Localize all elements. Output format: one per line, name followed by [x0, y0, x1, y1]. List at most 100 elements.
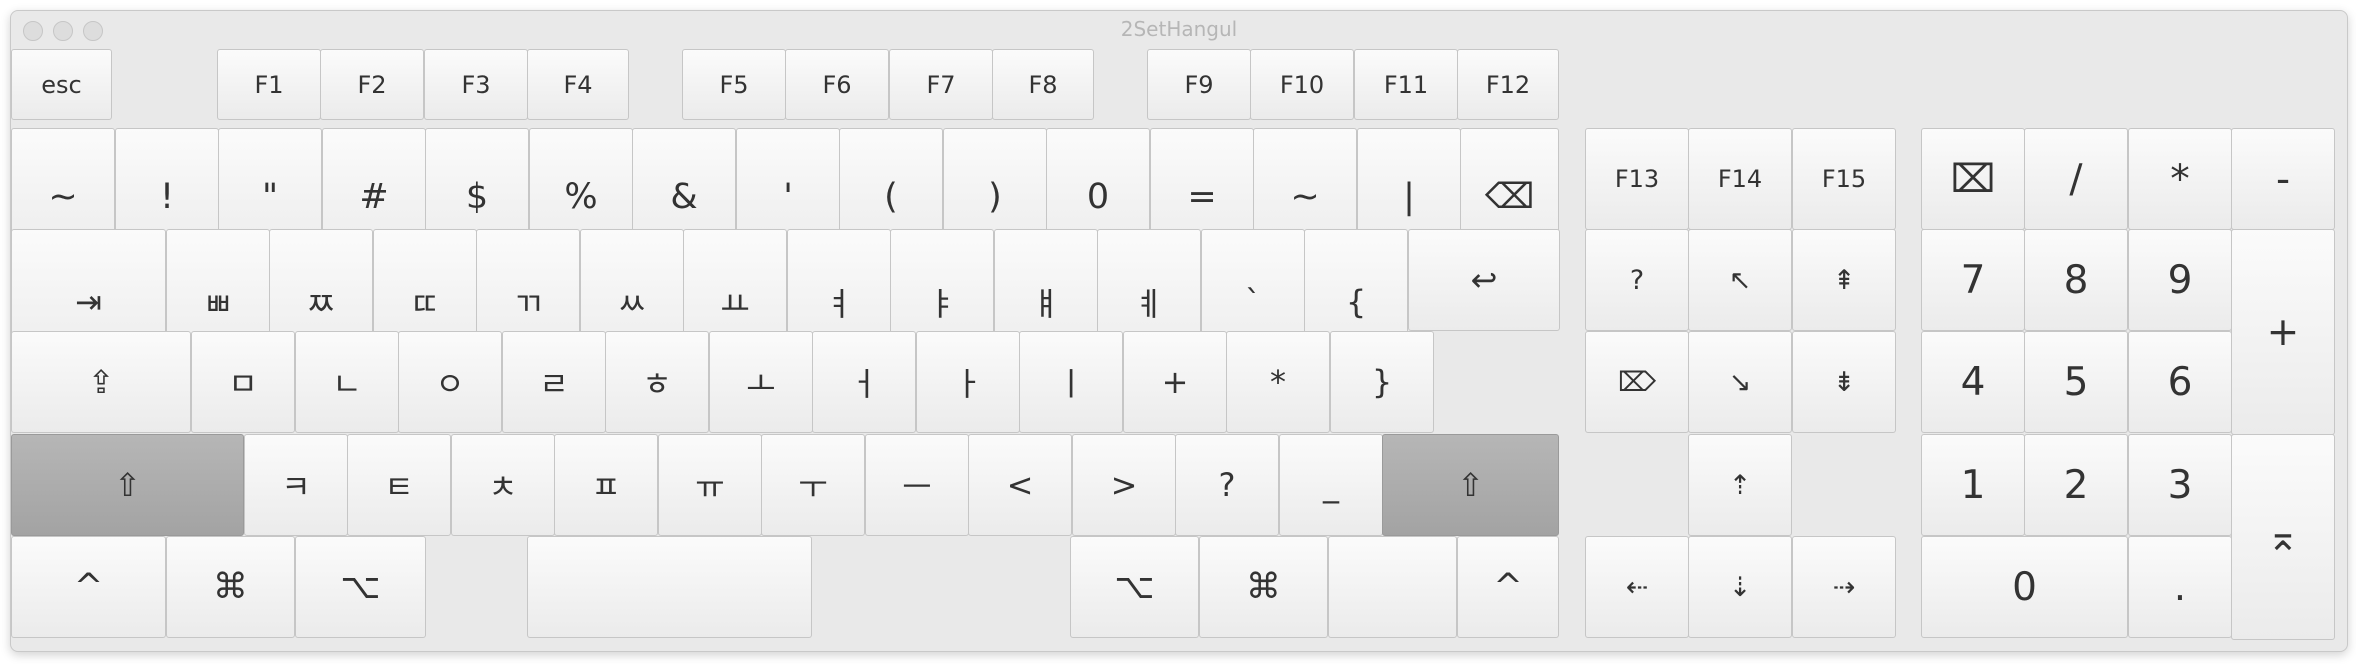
end-key[interactable]: ↘: [1688, 331, 1792, 433]
yeo-key-label: ㅕ: [824, 285, 854, 323]
return-key[interactable]: ↩: [1408, 229, 1560, 331]
right-shift-key[interactable]: ⇧: [1382, 434, 1559, 536]
a-key[interactable]: ㅏ: [916, 331, 1020, 433]
help-circle-icon: ?: [1629, 264, 1645, 296]
right-arrow-key[interactable]: ⇢: [1792, 536, 1896, 638]
apostrophe-key-label: ': [783, 177, 793, 217]
numpad-5-key[interactable]: 5: [2024, 331, 2128, 433]
f6-key[interactable]: F6: [785, 49, 889, 120]
nieun-key[interactable]: ㄴ: [295, 331, 399, 433]
help-key[interactable]: ?: [1585, 229, 1689, 331]
tilde-right-key-label: ~: [1290, 177, 1320, 217]
right-option-key[interactable]: ⌥: [1070, 536, 1199, 638]
right-brace-key[interactable]: }: [1330, 331, 1434, 433]
question-key[interactable]: ?: [1175, 434, 1279, 536]
home-key[interactable]: ↖: [1688, 229, 1792, 331]
numpad-4-key[interactable]: 4: [1921, 331, 2025, 433]
shift-icon: ⇧: [1457, 466, 1484, 504]
page-up-key[interactable]: ⇞: [1792, 229, 1896, 331]
yo-key-label: ㅛ: [720, 285, 750, 323]
f9-key[interactable]: F9: [1147, 49, 1251, 120]
f4-key[interactable]: F4: [527, 49, 629, 120]
f15-key[interactable]: F15: [1792, 128, 1896, 230]
f2-key[interactable]: F2: [320, 49, 424, 120]
right-brace-key-label: }: [1371, 363, 1393, 401]
f13-key[interactable]: F13: [1585, 128, 1689, 230]
right-control-key[interactable]: ^: [1457, 536, 1559, 638]
numpad-9-key[interactable]: 9: [2128, 229, 2232, 331]
f3-key[interactable]: F3: [424, 49, 528, 120]
greater-than-key[interactable]: >: [1072, 434, 1176, 536]
f8-key[interactable]: F8: [992, 49, 1094, 120]
less-than-key-label: <: [1006, 466, 1034, 504]
underscore-key[interactable]: _: [1279, 434, 1383, 536]
numpad-0-key[interactable]: 0: [1921, 536, 2128, 638]
down-arrow-icon: ⇣: [1728, 571, 1752, 603]
title-bar: 2SetHangul: [11, 11, 2347, 49]
up-arrow-key[interactable]: ⇡: [1688, 434, 1792, 536]
f3-key-label: F3: [461, 70, 491, 99]
command-icon: ⌘: [1246, 567, 1281, 607]
yu-key[interactable]: ㅠ: [658, 434, 762, 536]
percent-key-label: %: [564, 177, 598, 217]
ieung-key-label: ㅇ: [435, 365, 465, 403]
f14-key[interactable]: F14: [1688, 128, 1792, 230]
left-shift-key[interactable]: ⇧: [11, 434, 244, 536]
i-key[interactable]: ㅣ: [1019, 331, 1123, 433]
eu-key[interactable]: ㅡ: [865, 434, 969, 536]
tilde-key-label: ~: [48, 177, 78, 217]
pieup-key[interactable]: ㅍ: [554, 434, 658, 536]
eo-key[interactable]: ㅓ: [812, 331, 916, 433]
esc-key[interactable]: esc: [11, 49, 112, 120]
page-down-key[interactable]: ⇟: [1792, 331, 1896, 433]
left-arrow-key[interactable]: ⇠: [1585, 536, 1689, 638]
numpad-clear-key[interactable]: ⌧: [1921, 128, 2025, 230]
f5-key[interactable]: F5: [682, 49, 786, 120]
u-key[interactable]: ㅜ: [761, 434, 865, 536]
mieum-key[interactable]: ㅁ: [191, 331, 295, 433]
numpad-minus-key[interactable]: -: [2231, 128, 2335, 230]
zero-key-label: 0: [1086, 177, 1110, 217]
left-control-key[interactable]: ^: [11, 536, 166, 638]
asterisk-key[interactable]: *: [1226, 331, 1330, 433]
left-command-key[interactable]: ⌘: [166, 536, 295, 638]
kieuk-key[interactable]: ㅋ: [244, 434, 348, 536]
numpad-period-key[interactable]: .: [2128, 536, 2232, 638]
numpad-7-key[interactable]: 7: [1921, 229, 2025, 331]
f14-key-label: F14: [1717, 165, 1763, 193]
numpad-slash-key[interactable]: /: [2024, 128, 2128, 230]
numpad-1-key[interactable]: 1: [1921, 434, 2025, 536]
f11-key[interactable]: F11: [1354, 49, 1458, 120]
forward-delete-key[interactable]: ⌦: [1585, 331, 1689, 433]
a-key-label: ㅏ: [953, 365, 983, 403]
left-option-key[interactable]: ⌥: [295, 536, 426, 638]
rieul-key[interactable]: ㄹ: [502, 331, 606, 433]
numpad-enter-key[interactable]: ⌅: [2231, 434, 2335, 640]
f7-key[interactable]: F7: [889, 49, 993, 120]
chieut-key[interactable]: ㅊ: [451, 434, 555, 536]
f12-key[interactable]: F12: [1457, 49, 1559, 120]
f10-key[interactable]: F10: [1250, 49, 1354, 120]
space-key[interactable]: [527, 536, 812, 638]
o-key[interactable]: ㅗ: [709, 331, 813, 433]
hieut-key[interactable]: ㅎ: [605, 331, 709, 433]
double-quote-key-label: ": [261, 177, 279, 217]
asterisk-key-label: *: [1270, 363, 1286, 401]
caps-lock-key[interactable]: ⇪: [11, 331, 191, 433]
plus-key[interactable]: +: [1123, 331, 1227, 433]
numpad-8-key[interactable]: 8: [2024, 229, 2128, 331]
numpad-6-key[interactable]: 6: [2128, 331, 2232, 433]
ssangjieut-key-label: ㅉ: [306, 285, 336, 323]
backtick-key-label: `: [1245, 283, 1261, 321]
f1-key[interactable]: F1: [217, 49, 321, 120]
less-than-key[interactable]: <: [968, 434, 1072, 536]
numpad-3-key[interactable]: 3: [2128, 434, 2232, 536]
tieut-key[interactable]: ㅌ: [347, 434, 451, 536]
ieung-key[interactable]: ㅇ: [398, 331, 502, 433]
numpad-2-key[interactable]: 2: [2024, 434, 2128, 536]
numpad-plus-key[interactable]: +: [2231, 229, 2335, 435]
numpad-asterisk-key[interactable]: *: [2128, 128, 2232, 230]
right-fn-key[interactable]: [1328, 536, 1457, 638]
down-arrow-key[interactable]: ⇣: [1688, 536, 1792, 638]
right-command-key[interactable]: ⌘: [1199, 536, 1328, 638]
